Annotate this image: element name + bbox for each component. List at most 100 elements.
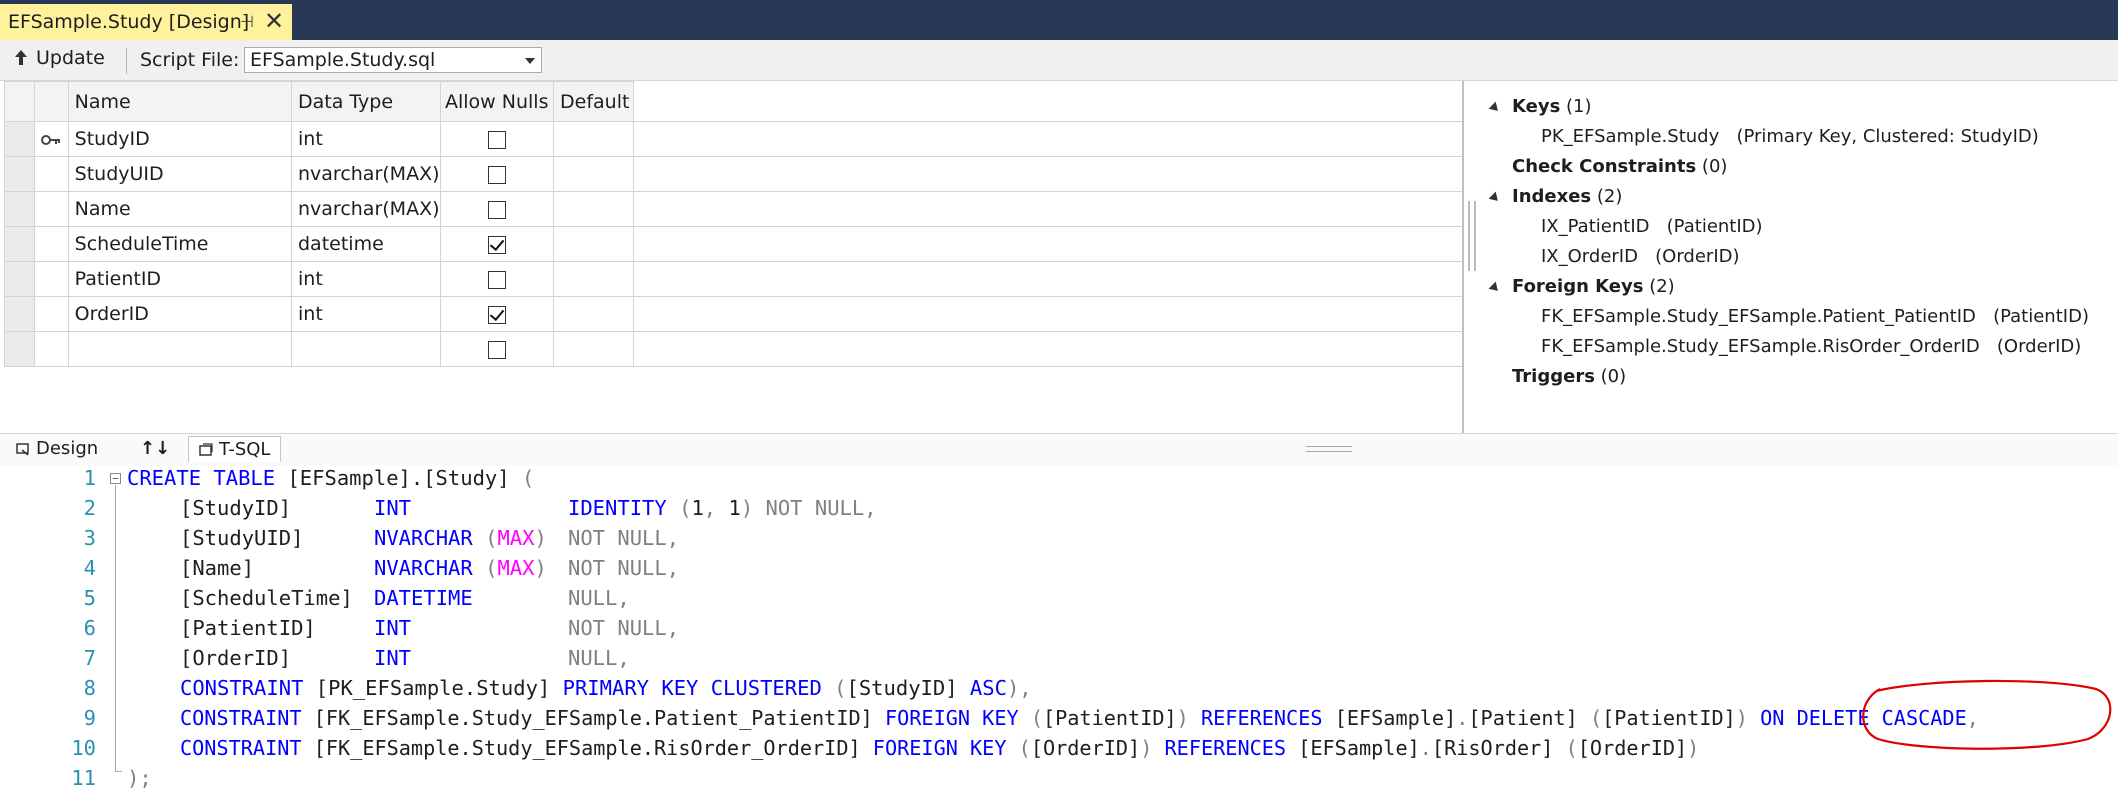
pin-icon[interactable]: ⊣: [240, 12, 254, 31]
allow-nulls-checkbox-cell[interactable]: [439, 296, 554, 332]
allow-nulls-checkbox[interactable]: [487, 130, 506, 149]
table-row[interactable]: Name nvarchar(MAX): [4, 191, 1462, 227]
data-type-cell[interactable]: int: [291, 261, 441, 297]
allow-nulls-column-header[interactable]: Allow Nulls: [439, 81, 554, 122]
name-column-header[interactable]: Name: [67, 81, 293, 122]
code-keyword: IDENTITY: [568, 496, 667, 520]
allow-nulls-checkbox[interactable]: [487, 270, 506, 289]
default-cell[interactable]: [553, 191, 634, 227]
allow-nulls-checkbox-cell[interactable]: [439, 261, 554, 297]
allow-nulls-checkbox-cell[interactable]: [439, 156, 554, 192]
keys-node[interactable]: Keys (1): [1512, 96, 1592, 117]
key-cell: [33, 226, 69, 262]
check-constraints-node[interactable]: Check Constraints (0): [1512, 156, 1727, 177]
script-file-dropdown[interactable]: EFSample.Study.sql: [244, 47, 542, 73]
default-cell[interactable]: [553, 121, 634, 157]
data-type-cell[interactable]: int: [291, 296, 441, 332]
row-selector[interactable]: [4, 261, 35, 297]
column-name-cell[interactable]: Name: [67, 191, 293, 227]
allow-nulls-checkbox-cell[interactable]: [439, 331, 554, 367]
foreign-keys-node[interactable]: Foreign Keys (2): [1512, 276, 1675, 297]
foreign-key-item[interactable]: FK_EFSample.Study_EFSample.RisOrder_Orde…: [1541, 336, 2081, 357]
expand-triangle-icon[interactable]: [1488, 101, 1502, 115]
code-identifier: [Name]: [180, 556, 255, 580]
code-identifier: [OrderID]: [1030, 736, 1141, 760]
code-line: [StudyID]: [180, 496, 291, 520]
row-selector[interactable]: [4, 226, 35, 262]
close-icon[interactable]: ✕: [264, 7, 284, 35]
triggers-node[interactable]: Triggers (0): [1512, 366, 1626, 387]
table-row[interactable]: ScheduleTime datetime: [4, 226, 1462, 262]
code-null: NOT NULL,: [568, 616, 679, 640]
pane-grip[interactable]: [1468, 201, 1476, 271]
index-item[interactable]: IX_OrderID (OrderID): [1541, 246, 1740, 267]
row-selector[interactable]: [4, 191, 35, 227]
allow-nulls-checkbox[interactable]: [487, 235, 506, 254]
swap-panes-button[interactable]: ↑↓: [140, 438, 170, 459]
expand-triangle-icon[interactable]: [1488, 281, 1502, 295]
column-name-cell[interactable]: StudyID: [67, 121, 293, 157]
table-row[interactable]: StudyUID nvarchar(MAX): [4, 156, 1462, 192]
code-null: NOT NULL,: [765, 496, 877, 520]
default-cell[interactable]: [553, 261, 634, 297]
row-selector[interactable]: [4, 331, 35, 367]
code-type: NVARCHAR (MAX): [374, 556, 547, 580]
data-type-cell[interactable]: nvarchar(MAX): [291, 191, 441, 227]
data-type-cell[interactable]: [291, 331, 441, 367]
default-cell[interactable]: [553, 331, 634, 367]
code-identifier: [EFSample]: [1298, 736, 1420, 760]
allow-nulls-checkbox[interactable]: [487, 305, 506, 324]
allow-nulls-checkbox-cell[interactable]: [439, 226, 554, 262]
code-type: INT: [374, 496, 411, 520]
data-type-cell[interactable]: datetime: [291, 226, 441, 262]
code-punct: ): [1735, 706, 1748, 730]
key-item[interactable]: PK_EFSample.Study (Primary Key, Clustere…: [1541, 126, 2039, 147]
allow-nulls-checkbox[interactable]: [487, 200, 506, 219]
tsql-editor[interactable]: − 1 2 3 4 5 6 7 8 9 10 11 CREATE TABLE […: [0, 466, 2118, 803]
column-name-cell[interactable]: StudyUID: [67, 156, 293, 192]
allow-nulls-checkbox[interactable]: [487, 165, 506, 184]
data-type-column-header[interactable]: Data Type: [291, 81, 441, 122]
code-identifier: [RisOrder]: [1431, 736, 1554, 760]
default-cell[interactable]: [553, 156, 634, 192]
allow-nulls-checkbox[interactable]: [487, 340, 506, 359]
key-item-detail: (Primary Key, Clustered: StudyID): [1736, 126, 2039, 147]
tab-tsql-label: T-SQL: [219, 439, 271, 460]
allow-nulls-checkbox-cell[interactable]: [439, 121, 554, 157]
row-selector[interactable]: [4, 156, 35, 192]
index-item[interactable]: IX_PatientID (PatientID): [1541, 216, 1763, 237]
key-column-header: [33, 81, 69, 122]
code-punct: (: [1589, 706, 1603, 730]
tab-design[interactable]: Design: [16, 438, 98, 459]
column-name-cell[interactable]: OrderID: [67, 296, 293, 332]
document-tab[interactable]: EFSample.Study [Design] ⊣ ✕: [0, 4, 292, 40]
select-all-header[interactable]: [4, 81, 35, 122]
code-null: NULL,: [568, 646, 630, 670]
table-row[interactable]: PatientID int: [4, 261, 1462, 297]
keys-label: Keys: [1512, 96, 1561, 117]
tab-tsql[interactable]: T-SQL: [188, 436, 282, 462]
data-type-cell[interactable]: int: [291, 121, 441, 157]
default-cell[interactable]: [553, 226, 634, 262]
default-column-header[interactable]: Default: [553, 81, 634, 122]
collapse-icon[interactable]: −: [110, 473, 121, 484]
pane-splitter-handle[interactable]: [1306, 446, 1352, 452]
foreign-key-item[interactable]: FK_EFSample.Study_EFSample.Patient_Patie…: [1541, 306, 2089, 327]
default-cell[interactable]: [553, 296, 634, 332]
column-name-cell[interactable]: [67, 331, 293, 367]
update-button[interactable]: Update: [14, 47, 105, 69]
table-row-new[interactable]: [4, 331, 1462, 367]
row-selector[interactable]: [4, 121, 35, 157]
allow-nulls-checkbox-cell[interactable]: [439, 191, 554, 227]
indexes-count: (2): [1596, 186, 1623, 207]
column-name-cell[interactable]: ScheduleTime: [67, 226, 293, 262]
column-name-cell[interactable]: PatientID: [67, 261, 293, 297]
expand-triangle-icon[interactable]: [1488, 191, 1502, 205]
data-type-cell[interactable]: nvarchar(MAX): [291, 156, 441, 192]
table-row[interactable]: OrderID int: [4, 296, 1462, 332]
indexes-node[interactable]: Indexes (2): [1512, 186, 1622, 207]
row-selector[interactable]: [4, 296, 35, 332]
code-keyword: ASC: [969, 676, 1007, 700]
row-filler: [632, 156, 1462, 192]
table-row[interactable]: StudyID int: [4, 121, 1462, 157]
